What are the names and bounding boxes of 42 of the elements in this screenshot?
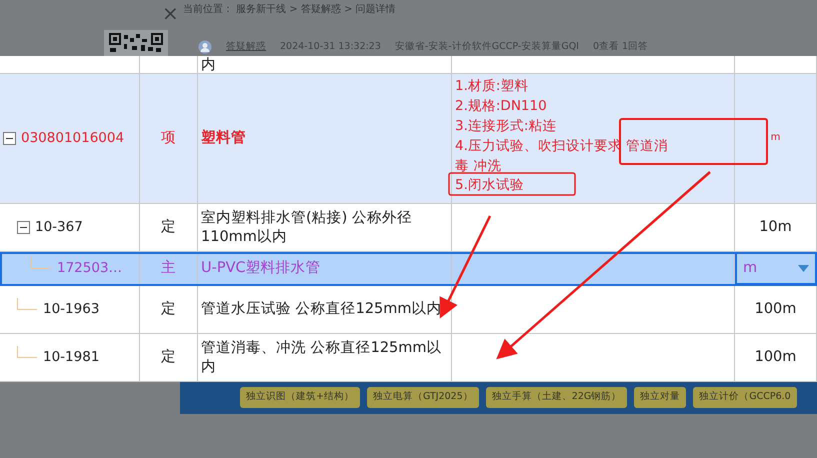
item-type: 定 [161, 300, 176, 319]
feature-line: 3.连接形式:粘连 [455, 118, 556, 135]
item-type: 定 [161, 348, 176, 367]
item-name: 内 [201, 56, 216, 74]
feature-line: 毒 冲洗 [455, 158, 502, 174]
banner-button[interactable]: 独立手算（土建、22G钢筋） [486, 387, 628, 408]
item-unit: 100m [754, 300, 796, 319]
item-name: 塑料管 [201, 129, 246, 148]
feature-line: 1.材质:塑料 [455, 78, 528, 95]
table-row[interactable]: 内 [0, 56, 817, 74]
table-row[interactable]: 10-367 定 室内塑料排水管(粘接) 公称外径110mm以内 10m [0, 204, 817, 252]
item-code: 10-1963 [43, 301, 100, 318]
feature-line: 5.闭水试验 [455, 177, 524, 194]
item-type: 定 [161, 218, 176, 237]
breadcrumb-label: 当前位置： [183, 4, 233, 15]
post-category[interactable]: 答疑解惑 [226, 40, 266, 54]
item-name: 管道水压试验 公称直径125mm以内 [201, 300, 442, 319]
table-row[interactable]: 10-1963 定 管道水压试验 公称直径125mm以内 100m [0, 286, 817, 334]
banner-button[interactable]: 独立识图（建筑+结构） [240, 387, 360, 408]
item-unit: m [770, 132, 780, 145]
post-time: 2024-10-31 13:32:23 [280, 40, 381, 54]
item-type: 主 [161, 259, 176, 278]
table-row[interactable]: 172503… 主 U-PVC塑料排水管 m [0, 252, 817, 286]
breadcrumb-path[interactable]: 服务新干线 > 答疑解惑 > 问题详情 [236, 4, 396, 15]
item-code: 030801016004 [21, 130, 124, 147]
feature-line: 2.规格:DN110 [455, 98, 547, 115]
item-name: 管道消毒、冲洗 公称直径125mm以内 [201, 339, 443, 376]
close-button[interactable]: × [158, 1, 183, 25]
item-name: U-PVC塑料排水管 [201, 259, 321, 278]
item-code: 10-1981 [43, 349, 100, 366]
post-stats: 0查看 1回答 [592, 40, 648, 54]
item-type: 项 [161, 129, 176, 148]
table-row[interactable]: 10-1981 定 管道消毒、冲洗 公称直径125mm以内 100m [0, 334, 817, 382]
banner-button[interactable]: 独立计价（GCCP6.0 [693, 387, 797, 408]
item-name: 室内塑料排水管(粘接) 公称外径110mm以内 [201, 209, 413, 246]
item-code: 172503… [57, 260, 122, 277]
item-code: 10-367 [35, 219, 83, 236]
item-unit: 100m [754, 348, 796, 367]
banner-button[interactable]: 独立对量 [634, 387, 686, 408]
item-unit: 10m [759, 218, 792, 237]
post-tags: 安徽省-安装-计价软件GCCP-安装算量GQI [394, 40, 579, 54]
banner-button[interactable]: 独立电算（GTJ2025） [366, 387, 479, 408]
